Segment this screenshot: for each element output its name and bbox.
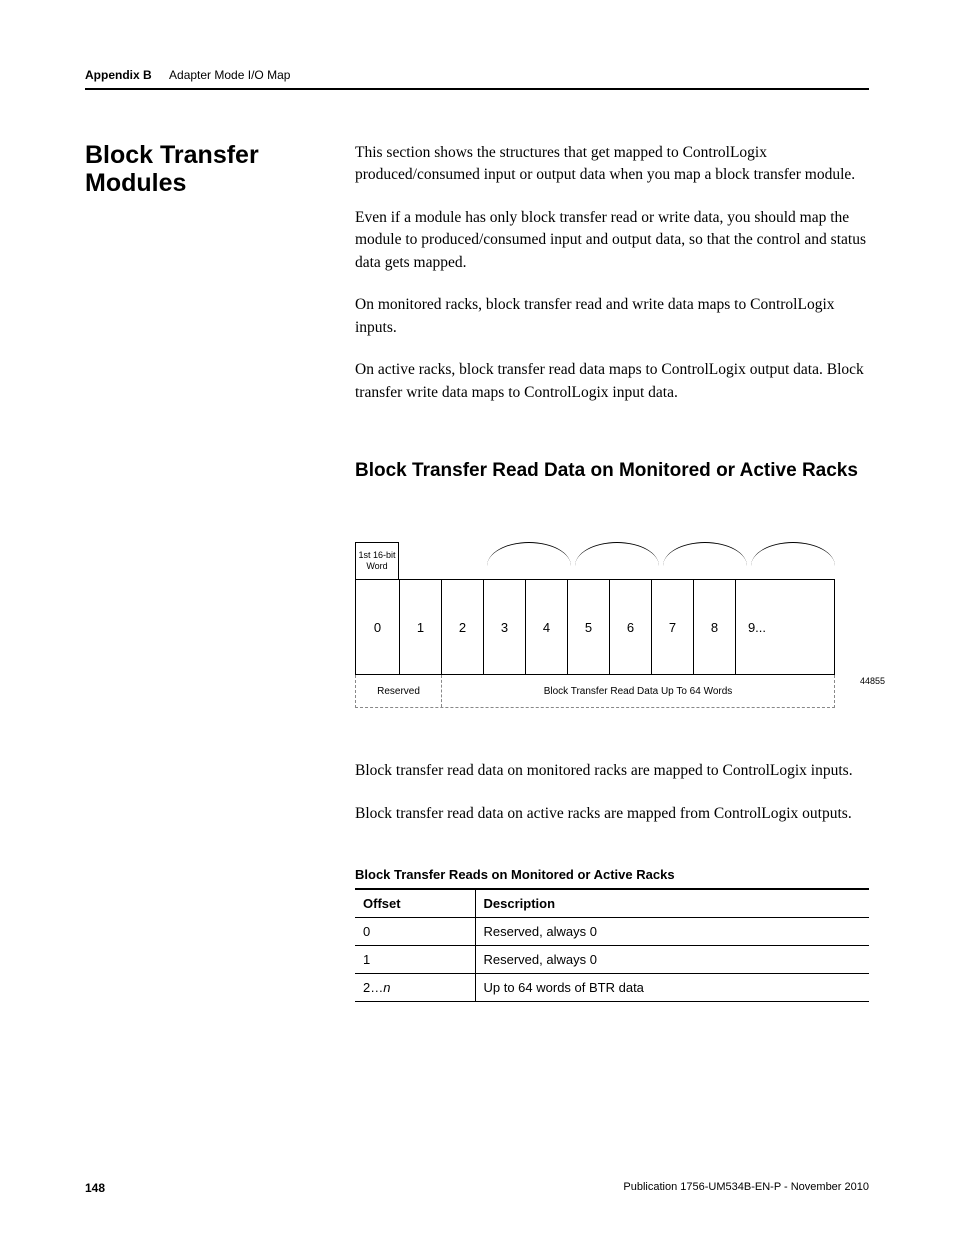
section-title: Block Transfer Modules [85, 142, 315, 197]
cell-8: 8 [694, 580, 736, 674]
cell-desc: Reserved, always 0 [475, 946, 869, 974]
table-row: 0 Reserved, always 0 [355, 918, 869, 946]
table-row: 1 Reserved, always 0 [355, 946, 869, 974]
cell-desc: Reserved, always 0 [475, 918, 869, 946]
arc-shape [751, 542, 835, 566]
cell-4: 4 [526, 580, 568, 674]
appendix-label: Appendix B [85, 68, 152, 82]
header-subtitle: Adapter Mode I/O Map [169, 68, 290, 82]
cell-3: 3 [484, 580, 526, 674]
arc-shape [663, 542, 747, 566]
intro-paragraph-1: This section shows the structures that g… [355, 142, 869, 187]
cell-9: 9... [736, 580, 778, 674]
cell-offset: 2…n [355, 974, 475, 1002]
table-title: Block Transfer Reads on Monitored or Act… [355, 867, 869, 882]
table-row: 2…n Up to 64 words of BTR data [355, 974, 869, 1002]
reserved-label: Reserved [356, 675, 442, 707]
intro-paragraph-2: Even if a module has only block transfer… [355, 207, 869, 274]
btr-data-label: Block Transfer Read Data Up To 64 Words [442, 675, 834, 707]
arc-shape [575, 542, 659, 566]
after-diagram-p2: Block transfer read data on active racks… [355, 803, 869, 825]
publication-info: Publication 1756-UM534B-EN-P - November … [623, 1181, 869, 1195]
subsection-title: Block Transfer Read Data on Monitored or… [355, 460, 869, 482]
cell-2: 2 [442, 580, 484, 674]
col-offset: Offset [355, 889, 475, 918]
page-header: Appendix B Adapter Mode I/O Map [85, 68, 869, 90]
after-diagram-p1: Block transfer read data on monitored ra… [355, 760, 869, 782]
cell-6: 6 [610, 580, 652, 674]
diagram-bottom-labels: Reserved Block Transfer Read Data Up To … [355, 675, 835, 708]
intro-paragraph-4: On active racks, block transfer read dat… [355, 359, 869, 404]
cell-7: 7 [652, 580, 694, 674]
intro-paragraph-3: On monitored racks, block transfer read … [355, 294, 869, 339]
page-number: 148 [85, 1181, 105, 1195]
first-word-label: 1st 16-bit Word [355, 542, 399, 580]
byte-pair-arcs [487, 542, 835, 580]
btr-table: Offset Description 0 Reserved, always 0 … [355, 888, 869, 1002]
cell-offset: 0 [355, 918, 475, 946]
cell-1: 1 [400, 580, 442, 674]
block-transfer-diagram: 1st 16-bit Word 0 1 2 3 4 5 6 [355, 542, 835, 708]
page-footer: 148 Publication 1756-UM534B-EN-P - Novem… [85, 1181, 869, 1195]
cell-offset: 1 [355, 946, 475, 974]
arc-shape [487, 542, 571, 566]
cell-5: 5 [568, 580, 610, 674]
col-description: Description [475, 889, 869, 918]
cell-desc: Up to 64 words of BTR data [475, 974, 869, 1002]
figure-id: 44855 [860, 676, 885, 686]
cell-0: 0 [356, 580, 400, 674]
offset-cells: 0 1 2 3 4 5 6 7 8 9... [355, 579, 835, 675]
